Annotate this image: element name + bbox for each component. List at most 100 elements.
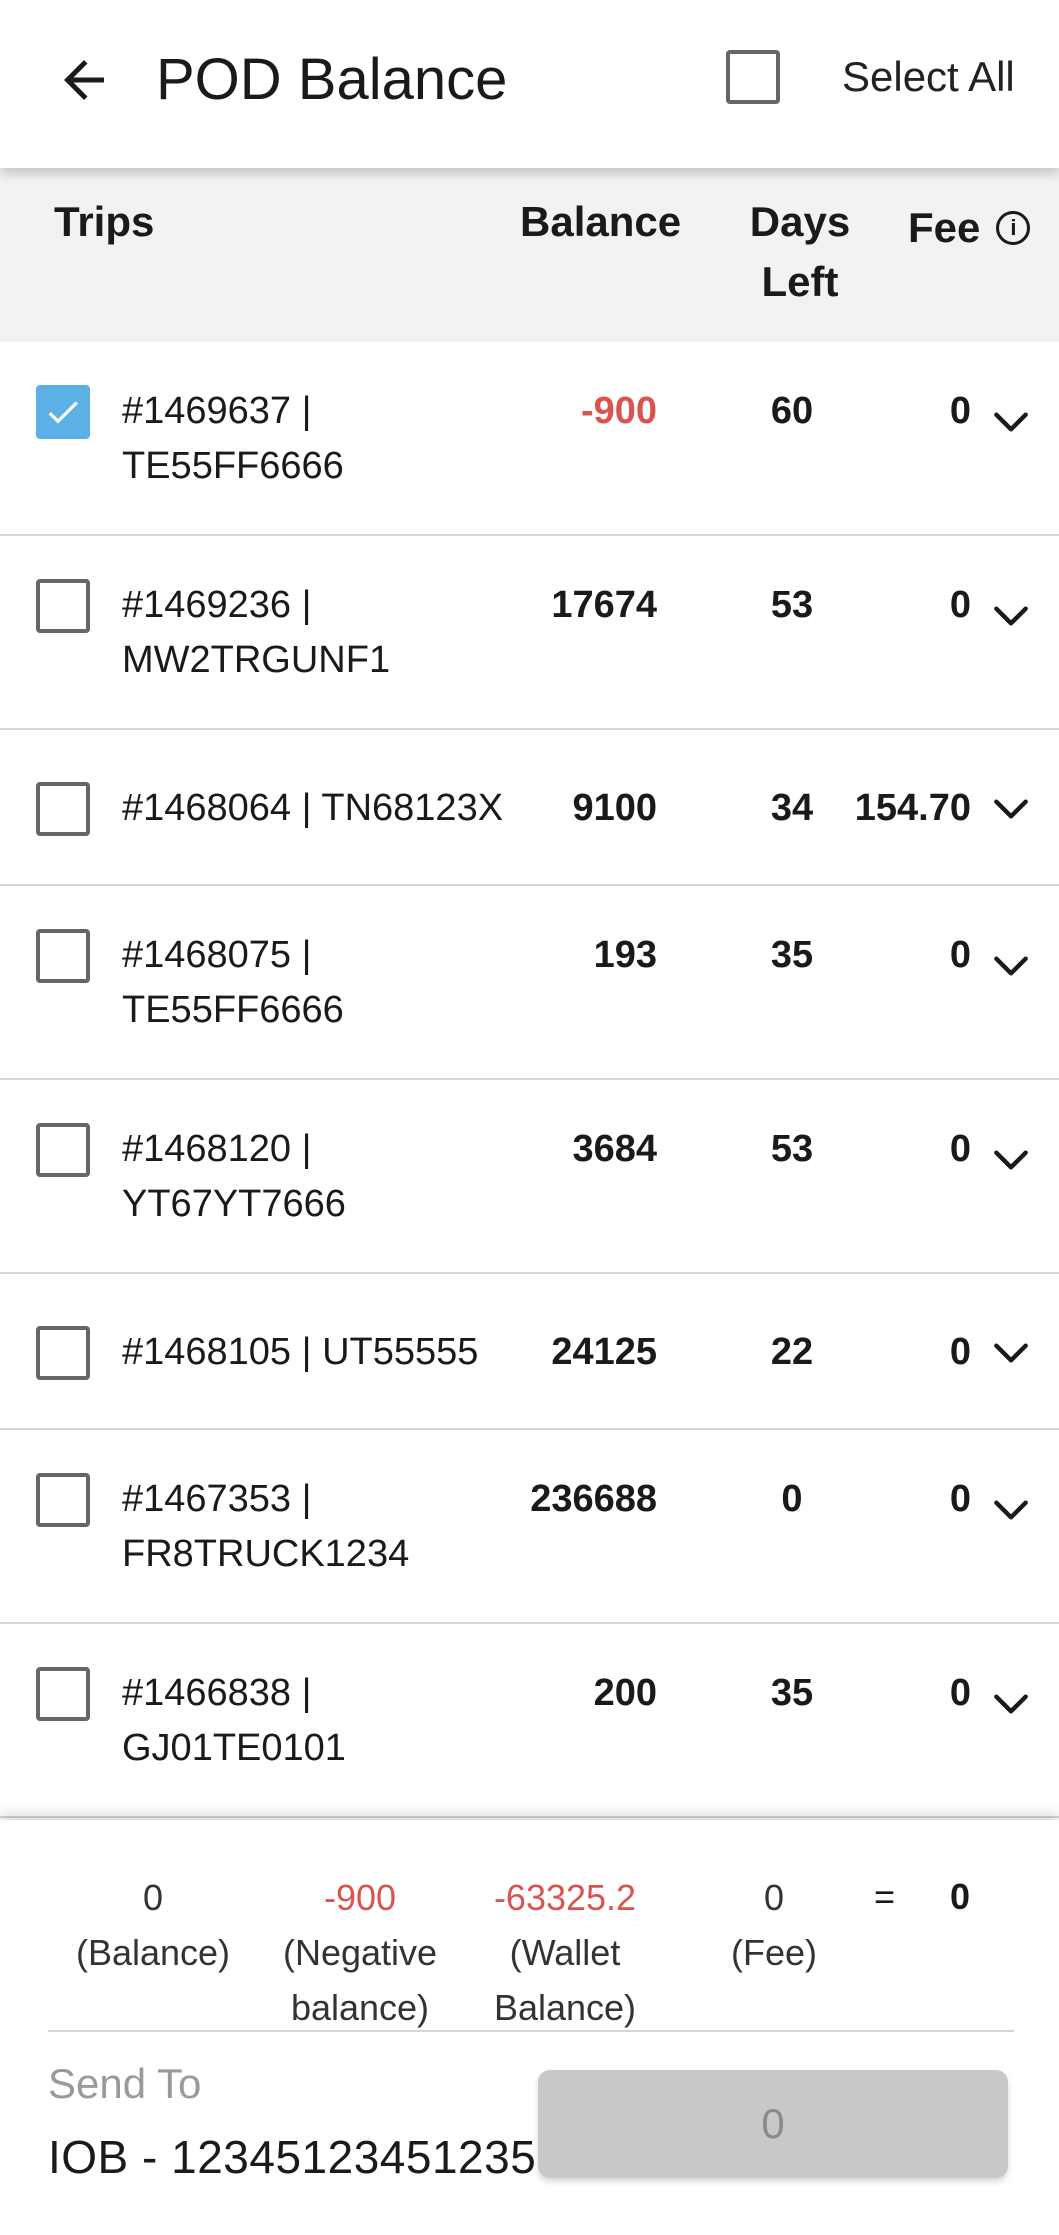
vehicle-number: TN68123X bbox=[321, 786, 504, 829]
summary-balance: 0 (Balance) bbox=[48, 1870, 258, 1980]
expand-row-button[interactable] bbox=[989, 594, 1033, 638]
table-row[interactable]: #1469637 | TE55FF6666 -900 60 0 bbox=[0, 342, 1059, 536]
table-row[interactable]: #1468120 | YT67YT7666 3684 53 0 bbox=[0, 1080, 1059, 1274]
vehicle-number: YT67YT7666 bbox=[122, 1183, 346, 1225]
summary-wallet-label-2: Balance) bbox=[493, 1987, 637, 2028]
trip-number: #1466838 | bbox=[122, 1672, 312, 1714]
trip-number: #1468075 | bbox=[122, 934, 312, 976]
row-fee: 0 bbox=[949, 390, 971, 432]
summary-negative-value: -900 bbox=[323, 1877, 397, 1918]
send-to-account[interactable]: IOB - 12345123451235 bbox=[48, 2130, 536, 2184]
trip-number: #1469236 | bbox=[122, 584, 312, 626]
days-left-line-1: Days bbox=[749, 198, 851, 245]
chevron-down-icon bbox=[994, 956, 1028, 976]
table-row[interactable]: #1466838 | GJ01TE0101 200 35 0 bbox=[0, 1624, 1059, 1818]
trip-number: #1468120 | bbox=[122, 1128, 312, 1170]
row-checkbox[interactable] bbox=[36, 781, 90, 836]
chevron-down-icon bbox=[994, 798, 1028, 819]
row-balance: 3684 bbox=[572, 1128, 657, 1170]
row-days-left: 60 bbox=[770, 390, 814, 432]
row-balance: 236688 bbox=[530, 1478, 657, 1520]
summary-balance-value: 0 bbox=[142, 1877, 164, 1918]
select-all-control[interactable]: Select All bbox=[726, 50, 1015, 104]
expand-row-button[interactable] bbox=[989, 400, 1033, 444]
row-checkbox[interactable] bbox=[36, 579, 90, 633]
trip-id: #1466838 | GJ01TE0101 bbox=[122, 1666, 522, 1776]
row-days-left: 34 bbox=[770, 786, 814, 829]
equals-sign: = bbox=[874, 1876, 896, 1917]
row-days-left: 53 bbox=[770, 1128, 814, 1170]
send-amount-button[interactable]: 0 bbox=[538, 2070, 1008, 2178]
trip-list: #1469637 | TE55FF6666 -900 60 0 #1469236 | MW2… bbox=[0, 342, 1059, 1818]
summary-fee-label: (Fee) bbox=[730, 1932, 817, 1973]
select-all-checkbox[interactable] bbox=[726, 50, 780, 104]
column-header-fee: Fee i bbox=[908, 198, 1031, 258]
back-button[interactable] bbox=[48, 44, 120, 116]
trip-number: #1468105 | bbox=[122, 1330, 312, 1373]
chevron-down-icon bbox=[994, 606, 1028, 626]
send-to-label: Send To bbox=[48, 2060, 202, 2107]
table-row[interactable]: #1467353 | FR8TRUCK1234 236688 0 0 bbox=[0, 1430, 1059, 1624]
row-days-left: 0 bbox=[781, 1478, 803, 1520]
row-fee: 0 bbox=[949, 1672, 971, 1714]
summary-wallet-label-1: (Wallet bbox=[509, 1932, 621, 1973]
row-balance: 193 bbox=[593, 934, 657, 976]
expand-row-button[interactable] bbox=[989, 1488, 1033, 1532]
table-header: Trips Balance Days Left Fee i bbox=[0, 168, 1059, 342]
summary-negative-label-2: balance) bbox=[290, 1987, 430, 2028]
column-header-balance: Balance bbox=[520, 198, 682, 245]
row-checkbox[interactable] bbox=[36, 929, 90, 983]
chevron-down-icon bbox=[994, 1694, 1028, 1714]
divider bbox=[48, 2030, 1014, 2032]
summary-wallet-value: -63325.2 bbox=[493, 1877, 637, 1918]
arrow-left-icon bbox=[64, 60, 104, 100]
row-balance: -900 bbox=[580, 390, 657, 432]
row-fee: 0 bbox=[949, 934, 971, 976]
row-checkbox[interactable] bbox=[36, 1325, 90, 1380]
vehicle-number: GJ01TE0101 bbox=[122, 1727, 346, 1769]
row-checkbox[interactable] bbox=[36, 1667, 90, 1721]
trip-number: #1467353 | bbox=[122, 1478, 312, 1520]
info-icon[interactable]: i bbox=[996, 211, 1031, 245]
summary-fee-value: 0 bbox=[763, 1877, 785, 1918]
table-row[interactable]: #1468105 | UT55555 24125 22 0 bbox=[0, 1274, 1059, 1430]
select-all-label[interactable]: Select All bbox=[842, 53, 1015, 101]
vehicle-number: TE55FF6666 bbox=[122, 445, 344, 487]
chevron-down-icon bbox=[994, 1500, 1028, 1520]
vehicle-number: FR8TRUCK1234 bbox=[122, 1533, 410, 1575]
table-row[interactable]: #1468075 | TE55FF6666 193 35 0 bbox=[0, 886, 1059, 1080]
row-checkbox[interactable] bbox=[36, 1123, 90, 1177]
trip-id: #1468064 | TN68123X bbox=[122, 781, 522, 836]
checkmark-icon bbox=[48, 401, 78, 424]
chevron-down-icon bbox=[994, 1342, 1028, 1363]
trip-number: #1468064 | bbox=[122, 786, 312, 829]
row-days-left: 22 bbox=[770, 1330, 814, 1373]
summary-wallet-balance: -63325.2 (Wallet Balance) bbox=[460, 1870, 670, 2035]
row-checkbox[interactable] bbox=[36, 1473, 90, 1527]
row-fee: 0 bbox=[949, 1478, 971, 1520]
expand-row-button[interactable] bbox=[989, 787, 1033, 831]
row-fee: 0 bbox=[949, 584, 971, 626]
trip-id: #1468075 | TE55FF6666 bbox=[122, 928, 522, 1038]
app-header: POD Balance Select All bbox=[0, 0, 1059, 168]
summary-total: 0 bbox=[950, 1876, 971, 1917]
row-balance: 9100 bbox=[572, 786, 657, 829]
row-balance: 24125 bbox=[551, 1330, 657, 1373]
column-header-trips: Trips bbox=[54, 198, 155, 245]
column-header-days-left: Days Left bbox=[730, 192, 870, 312]
expand-row-button[interactable] bbox=[989, 1331, 1033, 1375]
expand-row-button[interactable] bbox=[989, 1682, 1033, 1726]
page-title: POD Balance bbox=[156, 47, 508, 112]
row-checkbox[interactable] bbox=[36, 385, 90, 439]
chevron-down-icon bbox=[994, 1150, 1028, 1170]
vehicle-number: MW2TRGUNF1 bbox=[122, 639, 391, 681]
table-row[interactable]: #1469236 | MW2TRGUNF1 17674 53 0 bbox=[0, 536, 1059, 730]
table-row[interactable]: #1468064 | TN68123X 9100 34 154.70 bbox=[0, 730, 1059, 886]
row-days-left: 53 bbox=[770, 584, 814, 626]
trip-id: #1468105 | UT55555 bbox=[122, 1325, 522, 1380]
summary-balance-label: (Balance) bbox=[75, 1932, 231, 1973]
expand-row-button[interactable] bbox=[989, 944, 1033, 988]
row-balance: 200 bbox=[593, 1672, 657, 1714]
row-fee: 0 bbox=[949, 1330, 971, 1373]
expand-row-button[interactable] bbox=[989, 1138, 1033, 1182]
